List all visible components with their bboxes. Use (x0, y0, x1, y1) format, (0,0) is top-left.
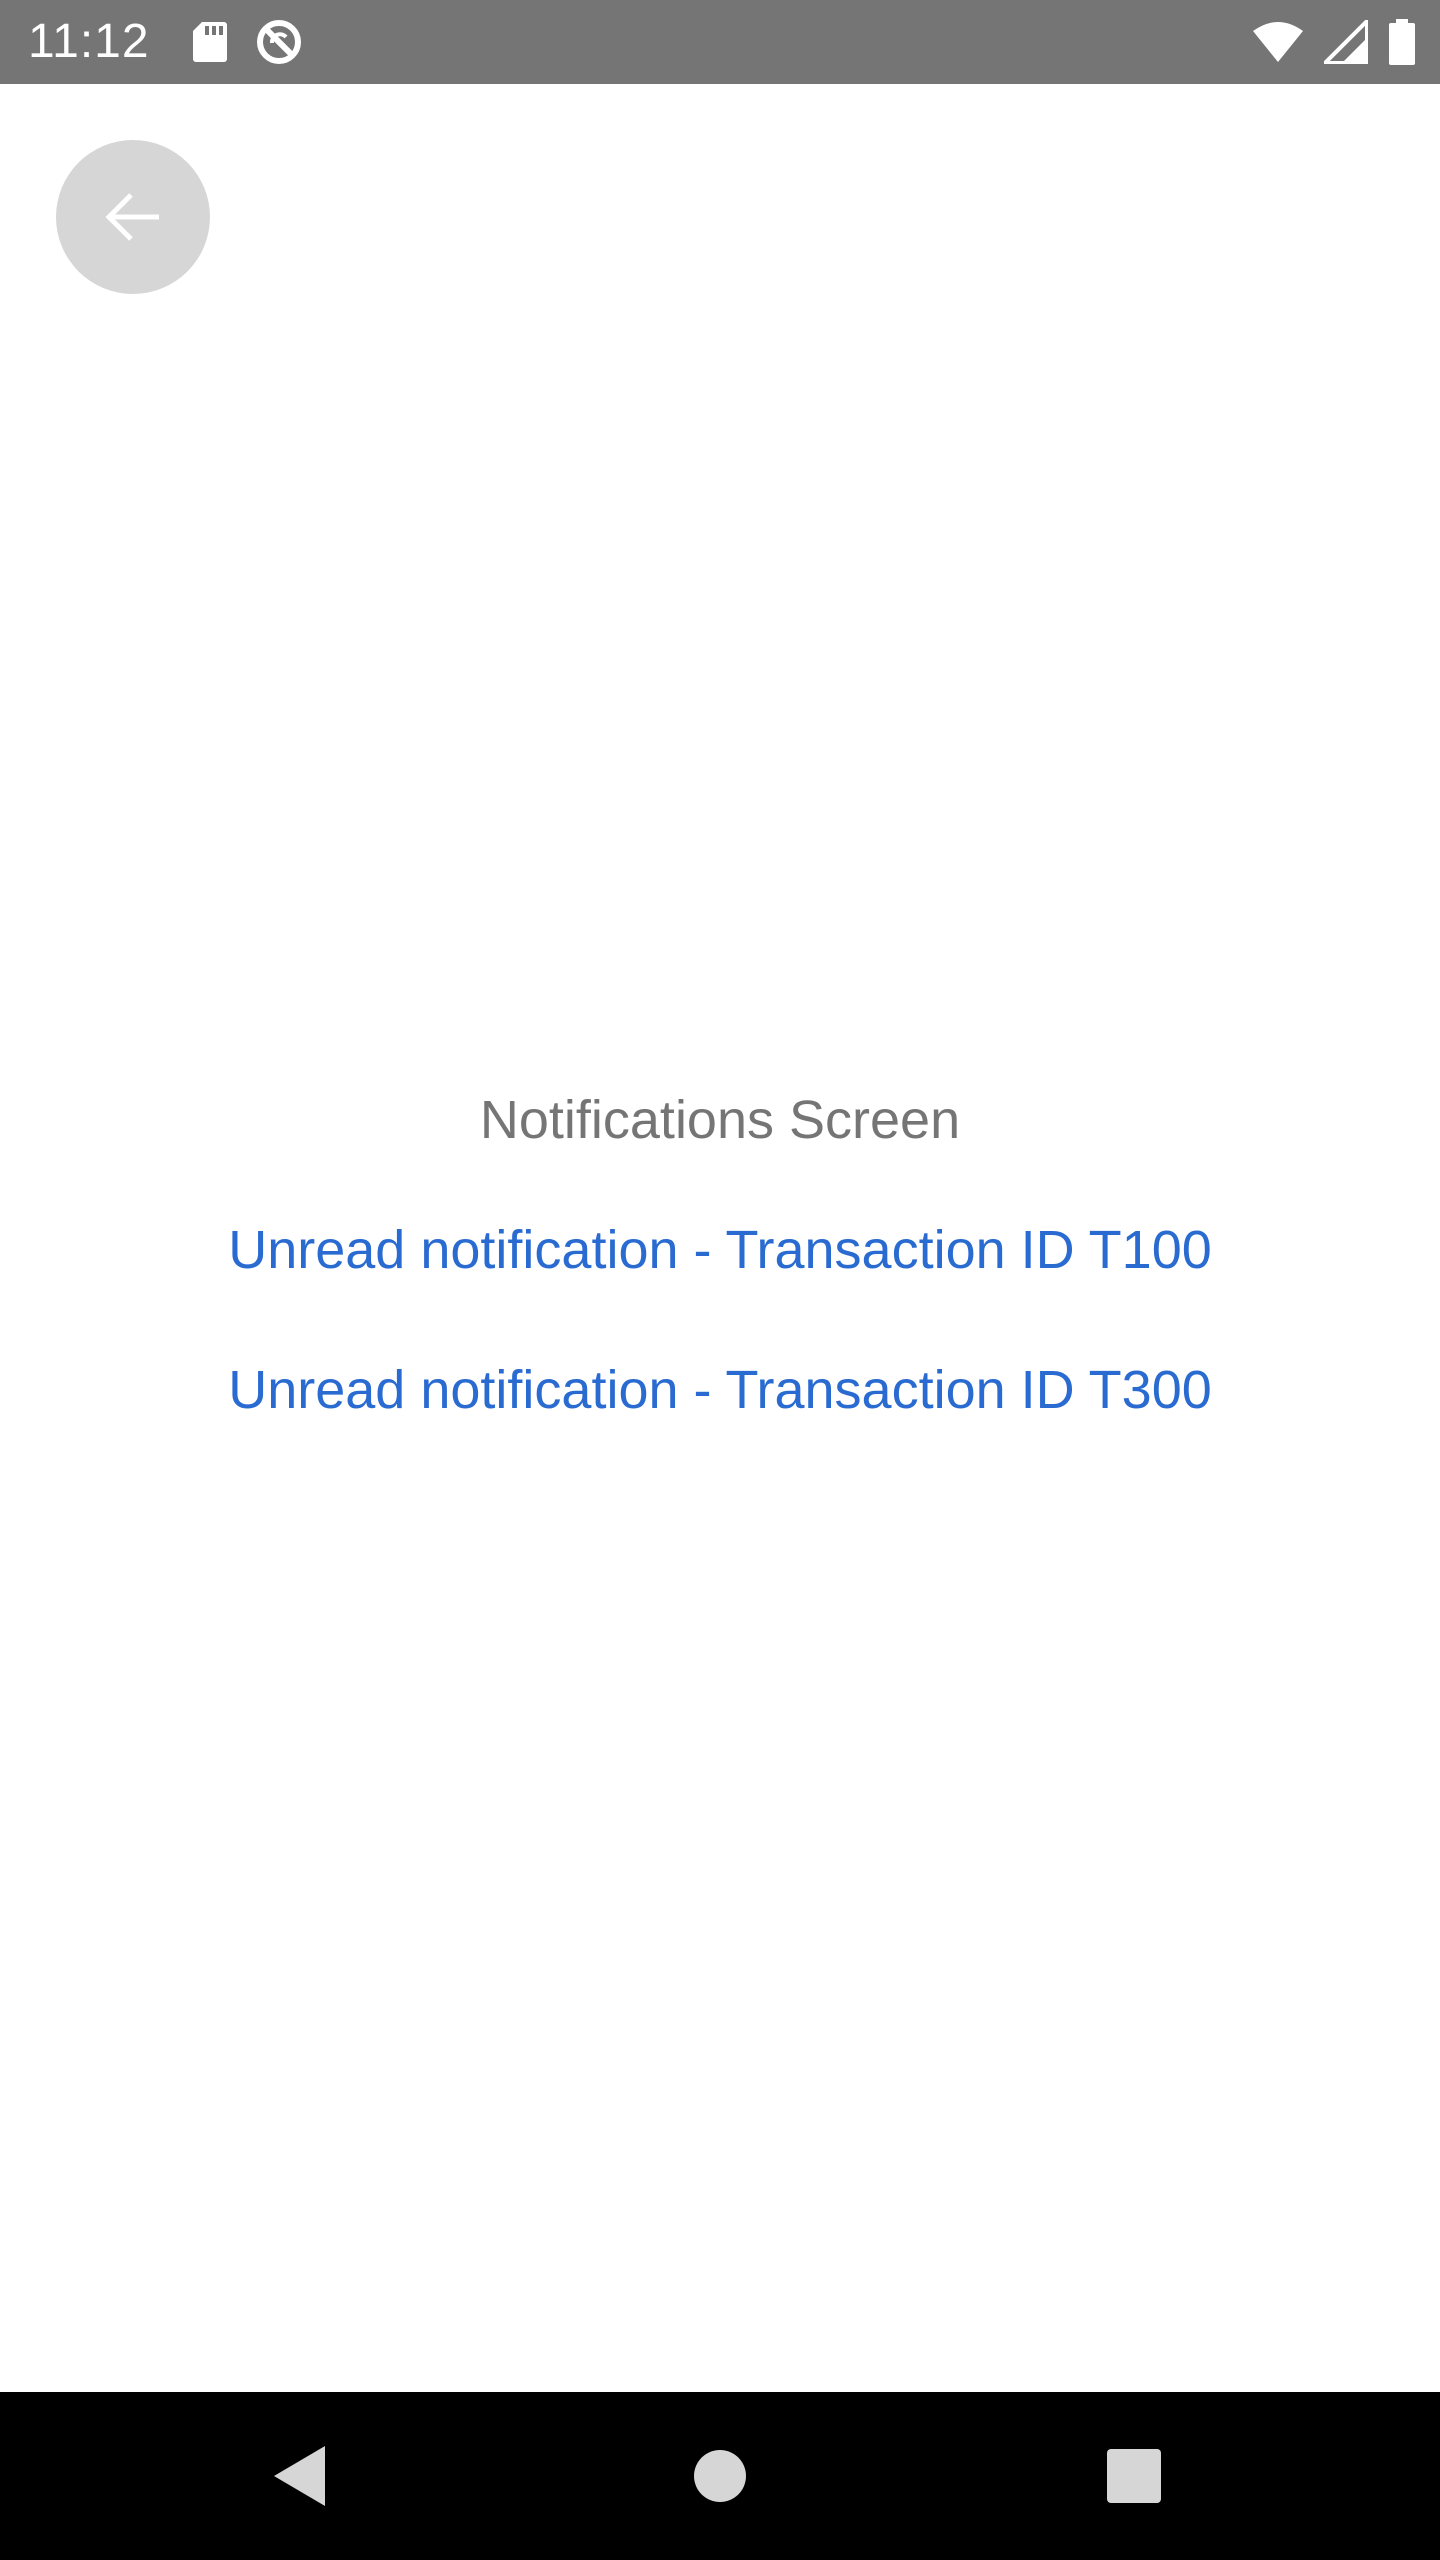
nav-back-button[interactable] (220, 2392, 380, 2560)
notification-link-t300[interactable]: Unread notification - Transaction ID T30… (0, 1320, 1440, 1460)
notifications-content: Notifications Screen Unread notification… (0, 1040, 1440, 1460)
nav-home-button[interactable] (640, 2392, 800, 2560)
app-screen: 11:12 Notifications Screen Unread notifi… (0, 0, 1440, 2560)
status-time: 11:12 (28, 15, 150, 68)
arrow-left-icon (105, 193, 159, 241)
home-circle-icon (694, 2450, 746, 2502)
recents-square-icon (1107, 2449, 1161, 2503)
back-triangle-icon (274, 2446, 325, 2506)
no-sync-icon (254, 17, 304, 67)
battery-icon (1388, 19, 1416, 65)
status-bar: 11:12 (0, 0, 1440, 84)
status-right-icons (1252, 18, 1416, 66)
sd-card-icon (192, 20, 228, 64)
notification-link-t100[interactable]: Unread notification - Transaction ID T10… (0, 1180, 1440, 1320)
page-title: Notifications Screen (479, 1090, 961, 1150)
signal-icon (1324, 20, 1368, 64)
back-button[interactable] (56, 140, 210, 294)
wifi-icon (1252, 21, 1304, 63)
navigation-bar (0, 2392, 1440, 2560)
nav-recents-button[interactable] (1054, 2392, 1214, 2560)
status-left-icons (192, 18, 304, 66)
